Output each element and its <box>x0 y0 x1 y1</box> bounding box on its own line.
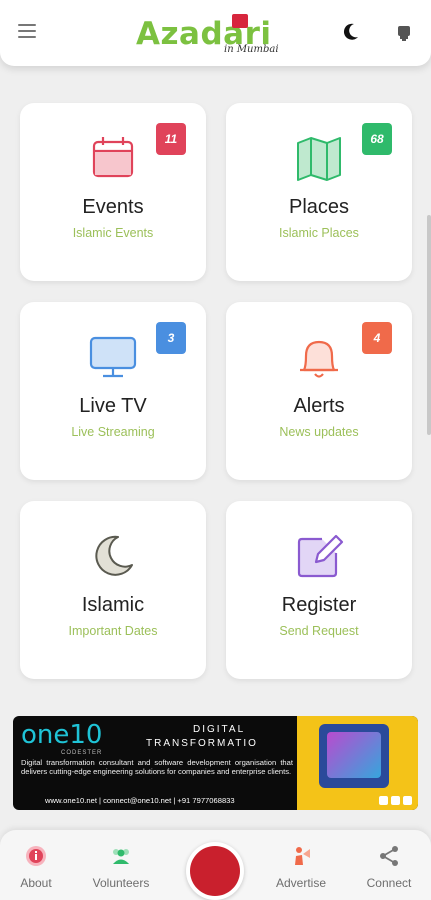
banner-illustration <box>297 716 418 810</box>
notification-icon[interactable] <box>397 24 411 42</box>
home-logo-icon <box>190 846 240 896</box>
bell-icon <box>300 340 338 378</box>
card-islamic[interactable]: Islamic Important Dates <box>20 501 206 679</box>
card-register[interactable]: Register Send Request <box>226 501 412 679</box>
users-icon <box>113 849 129 864</box>
card-title: Live TV <box>79 395 147 417</box>
map-icon <box>297 137 341 181</box>
advertise-icon <box>295 847 310 865</box>
card-title: Places <box>288 196 350 218</box>
card-events[interactable]: 11 Events Islamic Events <box>20 103 206 281</box>
nav-volunteers[interactable]: Volunteers <box>81 830 161 900</box>
live-tv-badge: 3 <box>156 322 186 354</box>
logo-subtitle: in Mumbai <box>224 44 279 55</box>
nav-label: Connect <box>366 876 412 890</box>
advertisement-banner[interactable]: one10 CODESTER DIGITAL TRANSFORMATIO Dig… <box>13 716 418 810</box>
nav-label: Volunteers <box>92 876 150 890</box>
hamburger-menu-icon[interactable] <box>18 24 36 40</box>
card-subtitle: News updates <box>279 425 359 439</box>
places-badge: 68 <box>362 123 392 155</box>
card-title: Events <box>82 196 144 218</box>
home-logo-button[interactable] <box>186 842 244 900</box>
card-places[interactable]: 68 Places Islamic Places <box>226 103 412 281</box>
card-alerts[interactable]: 4 Alerts News updates <box>226 302 412 480</box>
nav-label: Advertise <box>275 876 327 890</box>
dark-mode-moon-icon[interactable] <box>342 22 360 42</box>
edit-icon <box>297 534 344 578</box>
banner-body: Digital transformation consultant and so… <box>21 758 293 777</box>
card-subtitle: Important Dates <box>68 624 158 638</box>
banner-brand-sub: CODESTER <box>61 750 103 756</box>
card-title: Register <box>281 594 357 616</box>
card-title: Islamic <box>81 594 145 616</box>
nav-advertise[interactable]: Advertise <box>261 830 341 900</box>
banner-brand: one10 <box>21 720 103 750</box>
instagram-icon <box>391 796 400 805</box>
card-subtitle: Send Request <box>279 624 359 638</box>
facebook-icon <box>379 796 388 805</box>
logo-flag-icon <box>232 14 248 28</box>
share-icon <box>380 846 398 866</box>
alerts-badge: 4 <box>362 322 392 354</box>
card-subtitle: Islamic Events <box>72 226 154 240</box>
twitter-icon <box>403 796 412 805</box>
crescent-icon <box>95 535 133 576</box>
card-subtitle: Live Streaming <box>71 425 155 439</box>
calendar-icon <box>92 137 134 178</box>
banner-heading: DIGITAL <box>193 724 246 735</box>
app-logo: Azadari in Mumbai <box>136 12 296 58</box>
banner-contact: www.one10.net | connect@one10.net | +91 … <box>45 796 235 805</box>
nav-connect[interactable]: Connect <box>349 830 429 900</box>
banner-heading-2: TRANSFORMATIO <box>146 738 258 749</box>
info-icon <box>26 846 46 866</box>
app-header: Azadari in Mumbai <box>0 0 431 66</box>
events-badge: 11 <box>156 123 186 155</box>
scrollbar[interactable] <box>427 215 431 435</box>
card-subtitle: Islamic Places <box>279 226 359 240</box>
tv-icon <box>89 336 137 378</box>
nav-about[interactable]: About <box>0 830 76 900</box>
nav-label: About <box>20 876 52 890</box>
card-title: Alerts <box>293 395 345 417</box>
card-live-tv[interactable]: 3 Live TV Live Streaming <box>20 302 206 480</box>
